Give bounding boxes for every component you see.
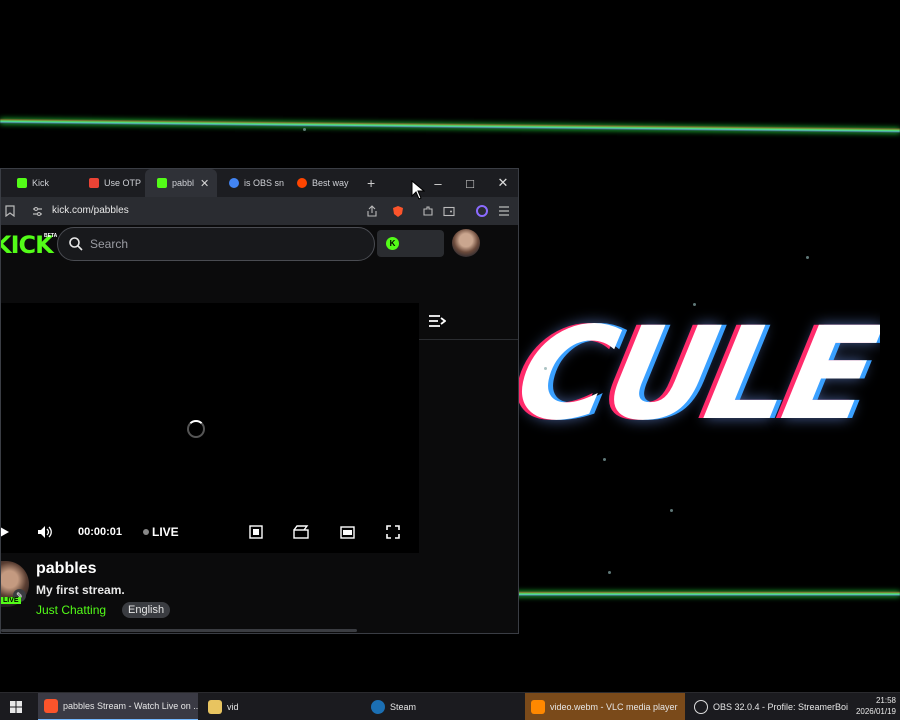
- kick-favicon-icon: [17, 178, 27, 188]
- wallet-icon[interactable]: [442, 204, 456, 218]
- taskbar: pabbles Stream - Watch Live on ... vid S…: [0, 692, 900, 720]
- taskbar-label: video.webm - VLC media player: [550, 702, 678, 712]
- leo-ai-icon[interactable]: [475, 204, 489, 218]
- live-label[interactable]: LIVE: [152, 525, 179, 539]
- taskbar-label: OBS 32.0.4 - Profile: StreamerBoi ...: [713, 702, 848, 712]
- obs-icon: [694, 700, 708, 714]
- maximize-button[interactable]: □: [454, 169, 486, 197]
- folder-icon: [208, 700, 222, 714]
- playback-time: 00:00:01: [78, 526, 123, 538]
- tab-label: Use OTP: [104, 178, 142, 188]
- taskbar-item-steam[interactable]: Steam: [365, 693, 525, 720]
- live-indicator-icon: [143, 529, 149, 535]
- tab-obs-search[interactable]: is OBS sn: [217, 169, 289, 197]
- tab-kick[interactable]: Kick: [1, 169, 73, 197]
- gmail-favicon-icon: [89, 178, 99, 188]
- live-badge: LIVE: [1, 597, 21, 604]
- video-speck: [693, 303, 696, 306]
- kick-favicon-icon: [157, 178, 167, 188]
- reddit-favicon-icon: [297, 178, 307, 188]
- video-speck: [670, 509, 673, 512]
- taskbar-item-vid[interactable]: vid: [202, 693, 362, 720]
- tab-bar: Kick Use OTP pabbl ✕ is OBS sn Best way …: [1, 169, 518, 197]
- video-overlay-text: CULE: [504, 300, 880, 440]
- search-input[interactable]: Search: [57, 227, 375, 261]
- video-speck: [608, 571, 611, 574]
- kick-page: KICK BETA Search K 00:00:01: [1, 225, 518, 633]
- tab-pabbles[interactable]: pabbl ✕: [145, 169, 217, 197]
- site-info-icon[interactable]: [30, 204, 44, 218]
- player-controls: 00:00:01 LIVE: [1, 517, 419, 547]
- stream-title: My first stream.: [36, 583, 125, 597]
- taskbar-label: vid: [227, 702, 239, 712]
- steam-icon: [371, 700, 385, 714]
- search-placeholder: Search: [90, 237, 129, 251]
- stream-category[interactable]: Just Chatting: [36, 603, 106, 617]
- volume-icon[interactable]: [36, 523, 54, 541]
- brave-browser-icon: [44, 699, 58, 713]
- video-speck: [544, 367, 547, 370]
- address-bar: kick.com/pabbles: [1, 197, 518, 225]
- taskbar-label: Steam: [390, 702, 417, 712]
- clock-date: 2026/01/19: [855, 707, 896, 716]
- chat-panel: [419, 303, 518, 553]
- video-player[interactable]: 00:00:01 LIVE: [1, 303, 419, 553]
- close-button[interactable]: ✕: [487, 169, 518, 197]
- collapse-chat-icon[interactable]: [428, 313, 446, 329]
- minimize-button[interactable]: –: [422, 169, 454, 197]
- language-tag[interactable]: English: [122, 602, 171, 618]
- brave-shields-icon[interactable]: [391, 204, 405, 218]
- tab-label: Best way: [312, 178, 349, 188]
- bookmark-icon[interactable]: [3, 204, 17, 218]
- extensions-icon[interactable]: [421, 204, 435, 218]
- tab-use-otp[interactable]: Use OTP: [73, 169, 145, 197]
- kick-coin-icon: K: [386, 237, 399, 250]
- google-favicon-icon: [229, 178, 239, 188]
- windows-logo-icon: [10, 701, 22, 713]
- new-tab-button[interactable]: +: [367, 175, 375, 191]
- tab-best-way[interactable]: Best way: [289, 169, 359, 197]
- tab-label: Kick: [32, 178, 50, 188]
- kicks-button[interactable]: K: [377, 230, 444, 257]
- video-speck: [603, 458, 606, 461]
- taskbar-item-brave[interactable]: pabbles Stream - Watch Live on ...: [38, 693, 198, 720]
- browser-window: Kick Use OTP pabbl ✕ is OBS sn Best way …: [0, 168, 519, 634]
- system-clock[interactable]: 21:58 2026/01/19: [856, 695, 896, 717]
- tab-close-icon[interactable]: ✕: [200, 177, 209, 190]
- video-speck: [303, 128, 306, 131]
- menu-icon[interactable]: [497, 204, 511, 218]
- clip-icon[interactable]: [292, 523, 310, 541]
- clock-time: 21:58: [875, 696, 896, 705]
- search-icon: [69, 237, 83, 251]
- share-icon[interactable]: [365, 204, 379, 218]
- mouse-cursor-icon: [411, 180, 425, 200]
- desktop: CULE Kick Use OTP pabbl ✕ is OBS sn Best…: [0, 0, 900, 720]
- video-speck: [806, 256, 809, 259]
- streamer-name[interactable]: pabbles: [36, 560, 96, 578]
- taskbar-item-obs[interactable]: OBS 32.0.4 - Profile: StreamerBoi ...: [688, 693, 848, 720]
- user-avatar[interactable]: [452, 229, 480, 257]
- miniplayer-icon[interactable]: [247, 523, 265, 541]
- url-field[interactable]: kick.com/pabbles: [52, 205, 129, 216]
- vlc-icon: [531, 700, 545, 714]
- loading-spinner-icon: [187, 420, 205, 438]
- fullscreen-icon[interactable]: [384, 523, 402, 541]
- horizontal-scrollbar[interactable]: [1, 629, 357, 632]
- theater-mode-icon[interactable]: [338, 523, 356, 541]
- video-glow-line-top: [0, 119, 900, 133]
- tab-label: is OBS sn: [244, 178, 285, 188]
- chat-divider: [419, 339, 518, 340]
- tab-label: pabbl: [172, 178, 195, 188]
- taskbar-item-vlc[interactable]: video.webm - VLC media player: [525, 693, 685, 720]
- kick-beta-label: BETA: [44, 233, 58, 239]
- start-button[interactable]: [6, 693, 26, 720]
- play-icon[interactable]: [1, 523, 13, 541]
- taskbar-label: pabbles Stream - Watch Live on ...: [63, 701, 198, 711]
